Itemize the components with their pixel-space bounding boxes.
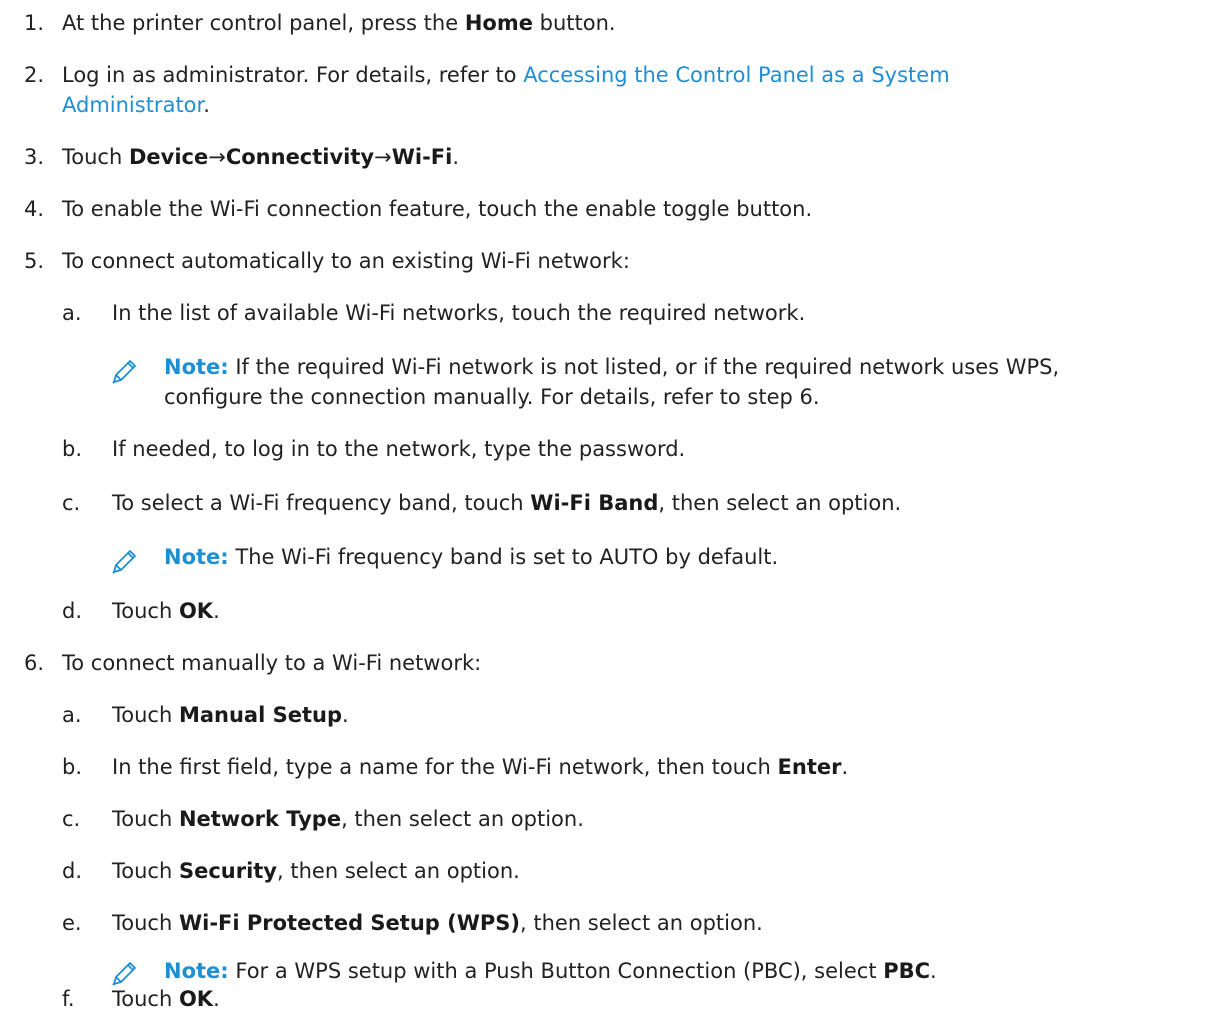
admin-access-link[interactable]: Accessing the Control Panel as a System xyxy=(523,63,949,87)
substep-marker: c. xyxy=(62,491,81,515)
step-text: Administrator. xyxy=(62,93,210,117)
substep-marker: a. xyxy=(62,301,82,325)
note-label: Note: xyxy=(164,959,229,983)
substep-text: Touch OK. xyxy=(112,987,220,1011)
substep-text: Touch OK. xyxy=(112,599,220,623)
substep-text: Touch Network Type, then select an optio… xyxy=(112,807,584,831)
note-text: Note: The Wi-Fi frequency band is set to… xyxy=(164,545,779,569)
admin-access-link-continued[interactable]: Administrator xyxy=(62,93,203,117)
note-text: Note: If the required Wi-Fi network is n… xyxy=(164,355,1060,379)
step-text: Log in as administrator. For details, re… xyxy=(62,63,950,87)
step-marker: 2. xyxy=(24,63,45,87)
substep-text: Touch Security, then select an option. xyxy=(112,859,520,883)
step-marker: 3. xyxy=(24,145,45,169)
substep-marker: b. xyxy=(62,437,83,461)
substep-marker: c. xyxy=(62,807,81,831)
step-text: At the printer control panel, press the … xyxy=(62,11,616,35)
bold-home: Home xyxy=(464,11,533,35)
note-text: configure the connection manually. For d… xyxy=(164,385,820,409)
step-text: To connect manually to a Wi-Fi network: xyxy=(62,651,482,675)
step-text: To connect automatically to an existing … xyxy=(62,249,630,273)
step-marker: 5. xyxy=(24,249,45,273)
substep-text: In the first field, type a name for the … xyxy=(112,755,849,779)
pencil-icon xyxy=(110,546,140,576)
substep-text: Touch Manual Setup. xyxy=(112,703,349,727)
substep-text: To select a Wi-Fi frequency band, touch … xyxy=(112,491,902,515)
substep-marker: a. xyxy=(62,703,82,727)
substep-text: In the list of available Wi-Fi networks,… xyxy=(112,301,806,325)
step-marker: 4. xyxy=(24,197,45,221)
note-text: Note: For a WPS setup with a Push Button… xyxy=(164,959,937,983)
substep-marker: d. xyxy=(62,599,83,623)
step-text: Touch Device→Connectivity→Wi-Fi. xyxy=(62,145,460,169)
substep-text: If needed, to log in to the network, typ… xyxy=(112,437,686,461)
substep-marker: f. xyxy=(62,987,75,1011)
note-label: Note: xyxy=(164,355,229,379)
substep-text: Touch Wi-Fi Protected Setup (WPS), then … xyxy=(112,911,763,935)
step-text: To enable the Wi-Fi connection feature, … xyxy=(62,197,813,221)
substep-marker: b. xyxy=(62,755,83,779)
pencil-icon xyxy=(110,356,140,386)
substep-marker: d. xyxy=(62,859,83,883)
substep-marker: e. xyxy=(62,911,82,935)
step-marker: 1. xyxy=(24,11,45,35)
note-label: Note: xyxy=(164,545,229,569)
step-marker: 6. xyxy=(24,651,45,675)
